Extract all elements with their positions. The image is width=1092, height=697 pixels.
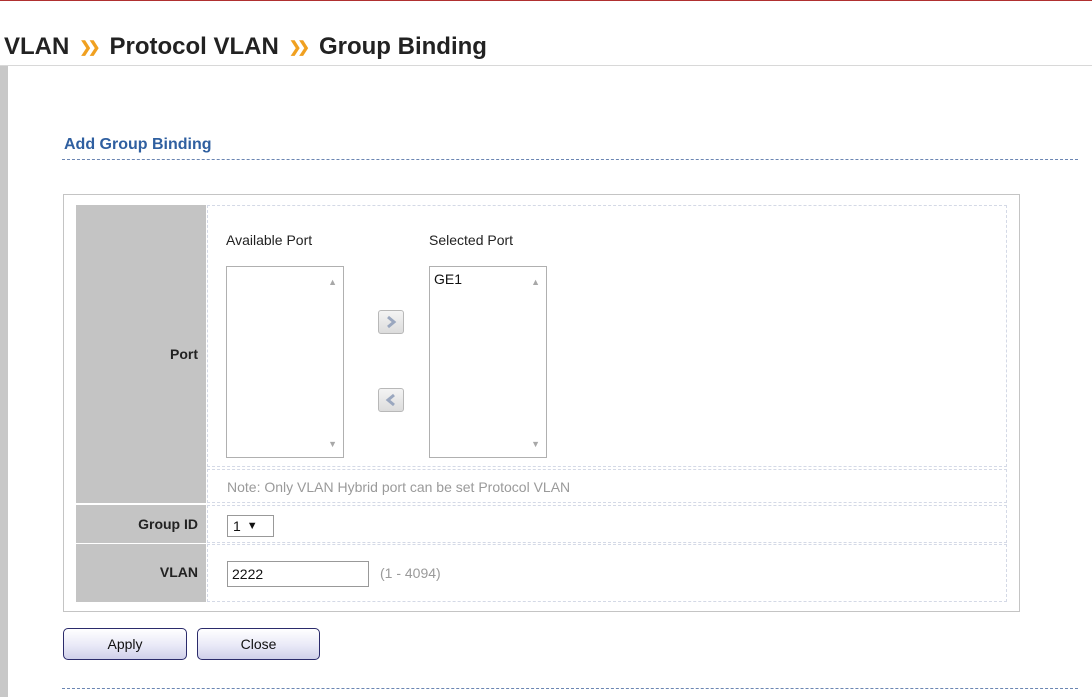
port-note-row: Note: Only VLAN Hybrid port can be set P…	[207, 469, 1007, 503]
group-binding-form: Port Available Port Selected Port ▲ ▼ GE…	[63, 194, 1020, 612]
section-title: Add Group Binding	[64, 136, 212, 153]
breadcrumb-item-vlan: VLAN	[4, 33, 70, 60]
breadcrumb-item-protocol-vlan: Protocol VLAN	[109, 33, 279, 60]
group-id-value: 1	[233, 518, 241, 534]
apply-button[interactable]: Apply	[63, 628, 187, 660]
group-id-select[interactable]: 1 ▼	[227, 515, 274, 537]
breadcrumb-item-group-binding: Group Binding	[318, 33, 487, 60]
move-left-button[interactable]	[378, 388, 404, 412]
group-id-label: Group ID	[76, 505, 206, 543]
bottom-divider	[62, 688, 1078, 689]
list-item[interactable]: GE1	[434, 271, 462, 287]
breadcrumb-separator-icon: ❯❯	[79, 39, 100, 56]
vlan-label: VLAN	[76, 544, 206, 602]
vlan-input[interactable]	[227, 561, 369, 587]
available-port-header: Available Port	[226, 232, 313, 248]
header-divider	[0, 65, 1092, 66]
top-rule	[0, 0, 1092, 1]
section-divider	[62, 159, 1078, 160]
left-frame-bar	[0, 66, 8, 697]
breadcrumb-separator-icon: ❯❯	[288, 39, 310, 56]
scroll-up-icon[interactable]: ▲	[328, 277, 337, 287]
selected-port-list[interactable]: GE1 ▲ ▼	[429, 266, 547, 458]
close-button[interactable]: Close	[197, 628, 320, 660]
vlan-row: (1 - 4094)	[207, 544, 1007, 602]
port-selector: Available Port Selected Port ▲ ▼ GE1 ▲ ▼	[207, 205, 1007, 467]
scroll-up-icon[interactable]: ▲	[531, 277, 540, 287]
scroll-down-icon[interactable]: ▼	[328, 439, 337, 449]
breadcrumb: VLAN ❯❯ Protocol VLAN ❯❯ Group Binding	[4, 30, 487, 64]
chevron-left-icon	[385, 393, 395, 407]
port-note: Note: Only VLAN Hybrid port can be set P…	[227, 479, 571, 495]
scroll-down-icon[interactable]: ▼	[531, 439, 540, 449]
group-id-row: 1 ▼	[207, 505, 1007, 543]
selected-port-header: Selected Port	[429, 232, 514, 248]
port-label: Port	[76, 205, 206, 503]
vlan-range-hint: (1 - 4094)	[380, 565, 441, 581]
available-port-list[interactable]: ▲ ▼	[226, 266, 344, 458]
chevron-right-icon	[387, 315, 397, 329]
move-right-button[interactable]	[378, 310, 404, 334]
dropdown-arrow-icon: ▼	[246, 520, 258, 532]
